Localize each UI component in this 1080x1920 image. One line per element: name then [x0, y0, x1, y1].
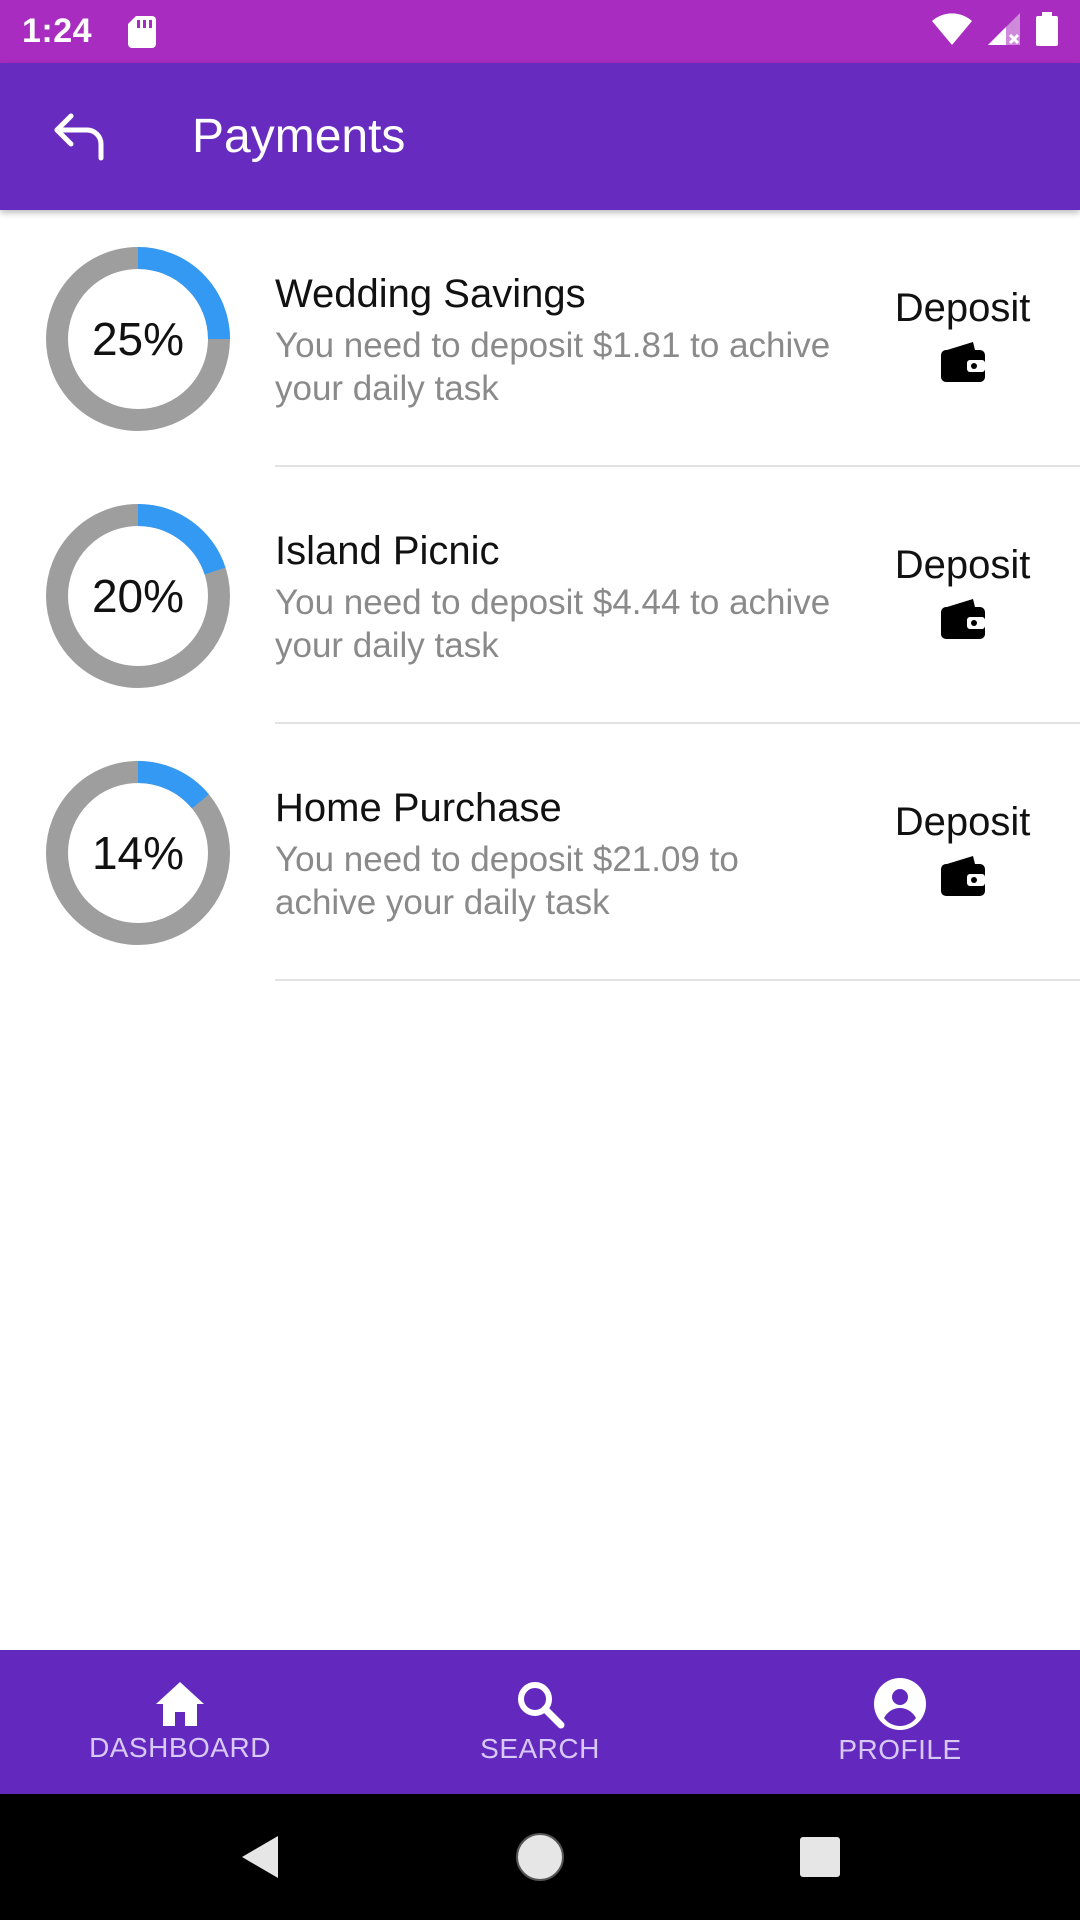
wifi-icon: [932, 13, 972, 50]
system-recents-button[interactable]: [730, 1794, 910, 1920]
home-icon: [156, 1682, 204, 1726]
progress-percentage: 20%: [91, 570, 185, 622]
nav-search[interactable]: SEARCH: [360, 1650, 720, 1794]
progress-ring: 25%: [46, 247, 230, 431]
signal-icon: [988, 13, 1020, 50]
nav-search-label: SEARCH: [480, 1733, 600, 1764]
sd-card-icon: [128, 15, 157, 48]
system-home-button[interactable]: [450, 1794, 630, 1920]
deposit-label: Deposit: [894, 286, 1031, 330]
wallet-icon: [940, 342, 985, 382]
deposit-label: Deposit: [894, 543, 1031, 587]
back-button[interactable]: [36, 92, 126, 182]
nav-dashboard[interactable]: DASHBOARD: [0, 1650, 360, 1794]
status-time: 1:24: [22, 12, 93, 50]
undo-arrow-icon: [54, 113, 104, 160]
progress-percentage: 25%: [91, 313, 185, 365]
app-bar: Payments: [0, 63, 1080, 210]
wallet-icon: [940, 856, 985, 896]
deposit-button[interactable]: Deposit: [880, 286, 1045, 382]
deposit-label: Deposit: [894, 800, 1031, 844]
payment-description: You need to deposit $21.09 to achive you…: [275, 840, 739, 922]
bottom-navigation: DASHBOARD SEARCH PROFILE: [0, 1650, 1080, 1794]
page-title: Payments: [192, 110, 406, 163]
recents-square-icon: [800, 1837, 840, 1877]
progress-ring: 20%: [46, 504, 230, 688]
payment-title: Home Purchase: [275, 786, 562, 830]
account-circle-icon: [874, 1678, 926, 1730]
search-icon: [518, 1682, 565, 1729]
system-navigation-bar: [0, 1794, 1080, 1920]
payment-description: You need to deposit $4.44 to achive your…: [275, 583, 831, 665]
payments-list: 25% Wedding Savings You need to deposit …: [0, 210, 1080, 981]
back-triangle-icon: [242, 1836, 278, 1878]
progress-ring: 14%: [46, 761, 230, 945]
home-circle-icon: [516, 1833, 564, 1881]
status-bar: 1:24: [0, 0, 1080, 63]
divider: [275, 979, 1080, 981]
battery-icon: [1036, 12, 1058, 51]
progress-percentage: 14%: [91, 827, 185, 879]
list-item[interactable]: 20% Island Picnic You need to deposit $4…: [0, 467, 1080, 724]
list-item[interactable]: 25% Wedding Savings You need to deposit …: [0, 210, 1080, 467]
payment-description: You need to deposit $1.81 to achive your…: [275, 326, 831, 408]
list-item[interactable]: 14% Home Purchase You need to deposit $2…: [0, 724, 1080, 981]
nav-dashboard-label: DASHBOARD: [89, 1732, 271, 1763]
wallet-icon: [940, 599, 985, 639]
system-back-button[interactable]: [170, 1794, 350, 1920]
nav-profile[interactable]: PROFILE: [720, 1650, 1080, 1794]
nav-profile-label: PROFILE: [838, 1734, 962, 1765]
deposit-button[interactable]: Deposit: [880, 543, 1045, 639]
deposit-button[interactable]: Deposit: [880, 800, 1045, 896]
payment-title: Island Picnic: [275, 529, 500, 573]
payment-title: Wedding Savings: [275, 272, 586, 316]
